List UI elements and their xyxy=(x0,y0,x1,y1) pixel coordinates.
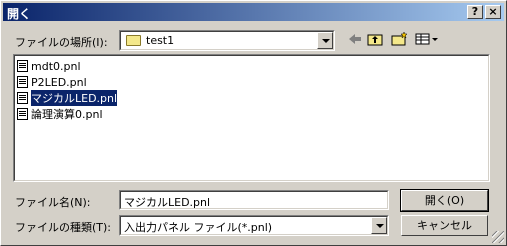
folder-icon xyxy=(126,35,141,46)
file-icon xyxy=(17,92,28,104)
back-arrow-icon[interactable] xyxy=(345,30,365,48)
list-item[interactable]: P2LED.pnl xyxy=(17,75,87,89)
file-icon xyxy=(17,76,28,88)
file-name: 論理演算0.pnl xyxy=(31,108,103,121)
cancel-button[interactable]: キャンセル xyxy=(401,215,488,236)
location-label: ファイルの場所(I): xyxy=(15,36,108,49)
file-name: マジカルLED.pnl xyxy=(29,89,119,107)
location-dropdown-button[interactable] xyxy=(317,32,333,49)
filetype-dropdown-button[interactable] xyxy=(371,217,387,234)
up-folder-icon[interactable] xyxy=(365,30,385,48)
location-dropdown[interactable]: test1 xyxy=(119,30,335,51)
new-folder-icon[interactable] xyxy=(389,30,409,48)
filename-label: ファイル名(N): xyxy=(15,196,91,209)
help-button[interactable]: ? xyxy=(467,5,483,19)
list-item-selected[interactable]: マジカルLED.pnl xyxy=(17,89,119,107)
filetype-value: 入出力パネル ファイル(*.pnl) xyxy=(124,221,273,234)
close-button[interactable]: × xyxy=(485,5,501,19)
file-icon xyxy=(17,60,28,72)
file-name: P2LED.pnl xyxy=(31,75,87,89)
open-button[interactable]: 開く(O) xyxy=(400,189,489,212)
list-item[interactable]: mdt0.pnl xyxy=(17,59,81,73)
title-bar[interactable]: 開く ? × xyxy=(3,3,504,21)
list-item[interactable]: 論理演算0.pnl xyxy=(17,107,103,121)
file-icon xyxy=(17,108,28,120)
filename-value: マジカルLED.pnl xyxy=(124,196,211,209)
view-menu-icon[interactable] xyxy=(413,30,441,48)
filetype-dropdown[interactable]: 入出力パネル ファイル(*.pnl) xyxy=(119,215,389,236)
file-list[interactable]: mdt0.pnl P2LED.pnl マジカルLED.pnl 論理演算0.pnl xyxy=(13,54,490,182)
open-file-dialog: 開く ? × ファイルの場所(I): test1 mdt0.pnl P2LED.… xyxy=(0,0,507,246)
filetype-label: ファイルの種類(T): xyxy=(15,221,112,234)
dialog-title: 開く xyxy=(7,7,32,21)
location-value: test1 xyxy=(146,34,175,47)
resize-grip[interactable] xyxy=(492,231,504,243)
filename-input[interactable]: マジカルLED.pnl xyxy=(119,190,389,210)
file-name: mdt0.pnl xyxy=(31,59,81,73)
